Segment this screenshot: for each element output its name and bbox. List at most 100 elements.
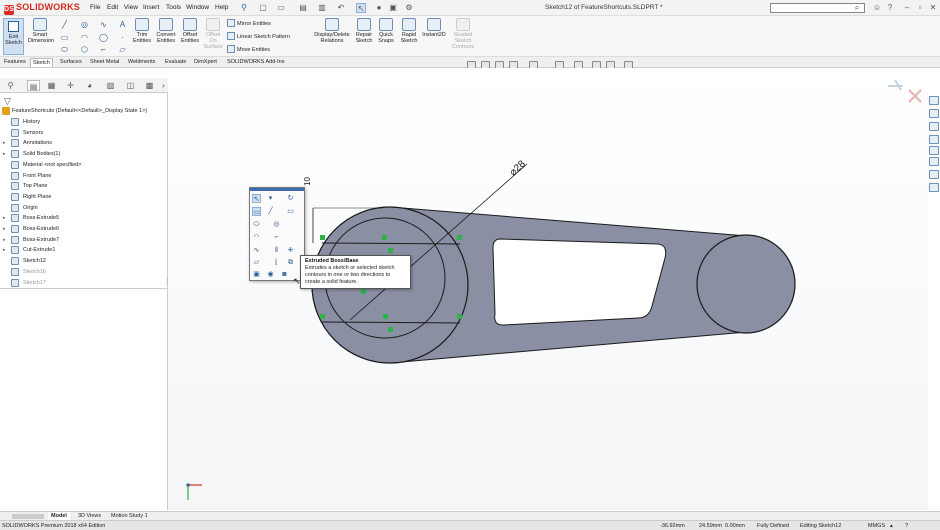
rapid-sketch-button[interactable]: Rapid Sketch [399, 18, 419, 44]
extruded-boss-icon[interactable]: ▣ [252, 270, 261, 279]
resources-icon[interactable] [929, 109, 939, 118]
open-icon[interactable]: ▭ [276, 3, 286, 13]
mirror-tool-icon[interactable]: ⫴ [272, 246, 281, 255]
tree-item[interactable]: Sketch12 [0, 256, 168, 266]
ellipse-icon[interactable]: ◯ [99, 33, 108, 42]
diameter-dimension[interactable]: ⌀28 [508, 158, 528, 178]
offset-entities-button[interactable]: Offset Entities [179, 18, 201, 44]
tree-item[interactable]: Material <not specified> [0, 160, 168, 170]
manager-tab-plugin-icon[interactable]: ▩ [143, 80, 156, 91]
plane-tool-icon[interactable]: ▱ [252, 258, 261, 267]
undo-icon[interactable]: ↶ [336, 3, 346, 13]
tree-item[interactable]: Top Plane [0, 181, 168, 191]
circle-icon[interactable]: ◎ [80, 20, 89, 29]
exit-sketch-button[interactable]: Exit Sketch [3, 18, 24, 55]
line-tool-icon[interactable]: ╱ [266, 207, 275, 216]
quick-snaps-button[interactable]: Quick Snaps [376, 18, 396, 44]
tree-item[interactable]: ▸ Cut-Extrude1 [0, 245, 168, 255]
relation-marker[interactable] [383, 314, 388, 319]
relation-marker[interactable] [388, 327, 393, 332]
app-logo[interactable]: DS SOLIDWORKS [4, 2, 82, 15]
spline-icon[interactable]: ∿ [99, 20, 108, 29]
rectangle-icon[interactable]: ▭ [60, 33, 69, 42]
tab-evaluate[interactable]: Evaluate [163, 58, 188, 67]
view-palette-icon[interactable] [929, 183, 939, 192]
menu-window[interactable]: Window [186, 4, 209, 11]
small-boss-circle[interactable] [696, 234, 796, 334]
forum-icon[interactable] [929, 170, 939, 179]
tree-item[interactable]: Sketch17 [0, 278, 168, 288]
menu-insert[interactable]: Insert [143, 4, 159, 11]
configuration-manager-tab-icon[interactable]: ▦ [45, 80, 58, 91]
feature-manager-tab-icon[interactable]: ⚲ [4, 80, 17, 91]
relation-marker[interactable] [457, 314, 462, 319]
search-icon[interactable]: ⌕ [852, 3, 862, 13]
new-document-icon[interactable]: ▢ [258, 3, 268, 13]
display-manager-tab-icon[interactable]: ◕ [83, 80, 96, 91]
menu-view[interactable]: View [124, 4, 138, 11]
arc-tool-icon[interactable]: ◠ [252, 233, 261, 242]
arc-icon[interactable]: ◠ [80, 33, 89, 42]
tab-sketch[interactable]: Sketch [30, 58, 53, 67]
relation-marker[interactable] [388, 248, 393, 253]
offset-on-surface-button[interactable]: Offset On Surface [202, 18, 224, 50]
sketch-tool-icon[interactable]: ▭ [252, 207, 261, 216]
extruded-cut-icon[interactable]: ◙ [280, 270, 289, 279]
convert-entities-button[interactable]: Convert Entities [154, 18, 178, 44]
tab-weldments[interactable]: Weldments [126, 58, 157, 67]
design-library-icon[interactable] [929, 122, 939, 131]
chevron-down-icon[interactable]: ▾ [266, 194, 275, 203]
minimize-icon[interactable]: – [902, 3, 912, 13]
relation-marker[interactable] [457, 235, 462, 240]
cam-tab-icon[interactable]: ▧ [104, 80, 117, 91]
slot-cut[interactable] [492, 238, 667, 326]
units-dropdown-icon[interactable]: ▴ [890, 522, 893, 530]
tree-item[interactable]: ▸ Boss-Extrude7 [0, 235, 168, 245]
slot-icon[interactable]: ⬭ [60, 45, 69, 54]
tab-scroll-control[interactable] [12, 514, 44, 519]
help-icon[interactable]: ? [885, 3, 895, 13]
property-manager-tab-icon[interactable]: ▤ [27, 80, 40, 91]
tree-item[interactable]: ▸ Solid Bodies(1) [0, 149, 168, 159]
save-icon[interactable]: ▤ [298, 3, 308, 13]
manager-tab-extra-icon[interactable]: ◫ [124, 80, 137, 91]
tree-item[interactable]: Sketch16 [0, 267, 168, 277]
trim-entities-button[interactable]: Trim Entities [131, 18, 153, 44]
tree-item[interactable]: ▸ Annotations [0, 138, 168, 148]
circle-tool-icon[interactable]: ◎ [272, 220, 281, 229]
expand-chevron-icon[interactable]: ▸ [3, 213, 8, 223]
expand-chevron-icon[interactable]: ▸ [3, 235, 8, 245]
smart-dimension-button[interactable]: Smart Dimension [28, 18, 54, 44]
display-delete-relations-button[interactable]: Display/Delete Relations [312, 18, 352, 44]
tree-item[interactable]: History [0, 117, 168, 127]
relation-marker[interactable] [320, 235, 325, 240]
menu-edit[interactable]: Edit [107, 4, 118, 11]
revolved-boss-icon[interactable]: ◉ [266, 270, 275, 279]
repair-sketch-button[interactable]: Repair Sketch [354, 18, 374, 44]
close-icon[interactable]: ✕ [928, 3, 938, 13]
tree-item[interactable]: ▸ Boss-Extrude6 [0, 224, 168, 234]
relation-marker[interactable] [361, 289, 366, 294]
custom-properties-icon[interactable] [929, 157, 939, 166]
point-icon[interactable]: · [118, 33, 127, 42]
expand-chevron-icon[interactable]: ▸ [3, 149, 8, 159]
vertical-dimension[interactable]: 10 [303, 177, 312, 186]
fillet-tool-icon[interactable]: ⌐ [272, 233, 281, 242]
model-view[interactable]: ⌀28 10 [168, 68, 928, 510]
select-icon[interactable]: ↖ [356, 3, 366, 13]
expand-chevron-icon[interactable]: ▸ [3, 138, 8, 148]
options-icon[interactable]: ⚙ [404, 3, 414, 13]
graphics-area[interactable]: ⌀28 10 [168, 68, 928, 510]
tree-item[interactable]: Front Plane [0, 171, 168, 181]
tree-item[interactable]: Sensors [0, 128, 168, 138]
tree-item[interactable]: ▸ Boss-Extrude5 [0, 213, 168, 223]
expand-chevron-icon[interactable]: ▸ [3, 224, 8, 234]
polygon-icon[interactable]: ⬡ [80, 45, 89, 54]
appearances-icon[interactable] [929, 146, 939, 155]
tree-root[interactable]: FeatureShortcuts (Default<<Default>_Disp… [0, 106, 168, 116]
pin-icon[interactable]: ⚲ [239, 3, 249, 13]
feedback-icon[interactable]: ? [905, 522, 908, 530]
offset-tool-icon[interactable]: ⧉ [286, 258, 295, 267]
menu-tools[interactable]: Tools [166, 4, 181, 11]
rotate-view-icon[interactable]: ↻ [286, 194, 295, 203]
